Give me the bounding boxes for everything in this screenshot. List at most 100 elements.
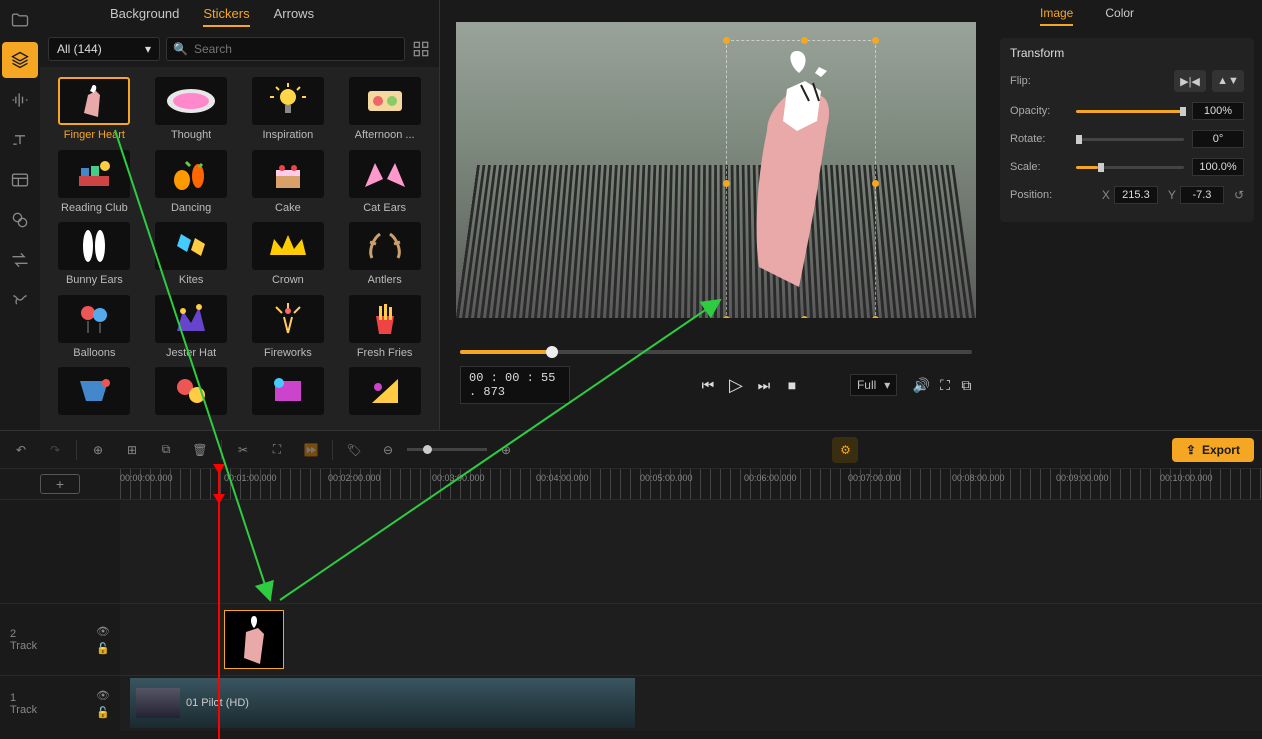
lock-icon[interactable]: 🔓 <box>96 642 110 655</box>
sticker-extra3[interactable] <box>240 367 337 420</box>
speed-icon[interactable]: ⏩ <box>298 437 324 463</box>
tag-icon[interactable]: 🏷 <box>341 437 367 463</box>
add-track-button[interactable]: + <box>40 474 80 494</box>
sticker-cake[interactable]: Cake <box>240 150 337 219</box>
export-button[interactable]: ⇪ Export <box>1172 438 1254 462</box>
delete-icon[interactable]: 🗑 <box>187 437 213 463</box>
sticker-inspiration[interactable]: Inspiration <box>240 77 337 146</box>
visibility-icon[interactable]: 👁 <box>96 689 110 702</box>
play-icon[interactable]: ▷ <box>728 377 744 393</box>
track-number: 1 <box>10 692 16 704</box>
tab-stickers[interactable]: Stickers <box>203 6 249 27</box>
sticker-label: Finger Heart <box>64 129 125 141</box>
undo-icon[interactable]: ↶ <box>8 437 34 463</box>
track-label: Track <box>10 640 37 652</box>
template-icon[interactable] <box>2 162 38 198</box>
audio-icon[interactable]: 🔊 <box>913 377 929 393</box>
search-input[interactable] <box>194 42 398 56</box>
detach-icon[interactable]: ⧉ <box>961 377 972 393</box>
flip-vertical-button[interactable]: ▲▼ <box>1212 70 1244 92</box>
dropdown-label: All (144) <box>57 42 102 56</box>
properties-panel: Image Color Transform Flip: ▶|◀ ▲▼ Opaci… <box>992 0 1262 430</box>
sticker-extra1[interactable] <box>46 367 143 420</box>
flip-horizontal-button[interactable]: ▶|◀ <box>1174 70 1206 92</box>
next-frame-icon[interactable]: ⏭ <box>756 377 772 393</box>
ruler-tick: 00:02:00.000 <box>328 473 381 483</box>
sticker-label: Bunny Ears <box>66 274 123 286</box>
video-clip[interactable]: 01 Pilot (HD) <box>130 678 635 728</box>
marker-plus-icon[interactable]: ⊞ <box>119 437 145 463</box>
text-icon[interactable] <box>2 122 38 158</box>
more-icon[interactable] <box>2 282 38 318</box>
scale-value[interactable]: 100.0% <box>1192 158 1244 176</box>
sticker-kites[interactable]: Kites <box>143 222 240 291</box>
opacity-value[interactable]: 100% <box>1192 102 1244 120</box>
sticker-bunny-ears[interactable]: Bunny Ears <box>46 222 143 291</box>
filter-icon[interactable] <box>2 202 38 238</box>
marker-copy-icon[interactable]: ⧉ <box>153 437 179 463</box>
rotate-value[interactable]: 0° <box>1192 130 1244 148</box>
tab-arrows[interactable]: Arrows <box>274 6 314 27</box>
lock-icon[interactable]: 🔓 <box>96 706 110 719</box>
snapshot-icon[interactable]: ⛶ <box>939 377 950 393</box>
zoom-slider[interactable] <box>407 448 487 451</box>
transition-icon[interactable] <box>2 242 38 278</box>
visibility-icon[interactable]: 👁 <box>96 625 110 638</box>
sticker-clip[interactable] <box>224 610 284 669</box>
tab-color[interactable]: Color <box>1105 6 1134 26</box>
ruler-tick: 00:05:00.000 <box>640 473 693 483</box>
grid-view-icon[interactable] <box>411 39 431 59</box>
sticker-overlay[interactable] <box>726 40 876 318</box>
cut-icon[interactable]: ✂ <box>230 437 256 463</box>
tab-background[interactable]: Background <box>110 6 179 27</box>
sticker-antlers[interactable]: Antlers <box>336 222 433 291</box>
zoom-out-icon[interactable]: ⊖ <box>375 437 401 463</box>
sticker-extra4[interactable] <box>336 367 433 420</box>
sticker-afternoon[interactable]: Afternoon ... <box>336 77 433 146</box>
view-mode-dropdown[interactable]: Full ▾ <box>850 374 897 396</box>
sticker-finger-heart[interactable]: Finger Heart <box>46 77 143 146</box>
tab-image[interactable]: Image <box>1040 6 1073 26</box>
sticker-fresh-fries[interactable]: Fresh Fries <box>336 295 433 364</box>
layers-icon[interactable] <box>2 42 38 78</box>
seek-slider[interactable] <box>460 350 972 354</box>
media-icon[interactable] <box>2 2 38 38</box>
timecode-display[interactable]: 00 : 00 : 55 . 873 <box>460 366 570 404</box>
sticker-crown[interactable]: Crown <box>240 222 337 291</box>
stop-icon[interactable]: ■ <box>784 377 800 393</box>
position-y-input[interactable]: -7.3 <box>1180 186 1224 204</box>
rotate-slider[interactable] <box>1076 138 1184 141</box>
marker-add-icon[interactable]: ⊕ <box>85 437 111 463</box>
scale-slider[interactable] <box>1076 166 1184 169</box>
sticker-label: Antlers <box>368 274 402 286</box>
settings-icon[interactable]: ⚙ <box>832 437 858 463</box>
position-x-input[interactable]: 215.3 <box>1114 186 1158 204</box>
opacity-slider[interactable] <box>1076 110 1184 113</box>
sticker-jester-hat[interactable]: Jester Hat <box>143 295 240 364</box>
sticker-reading-club[interactable]: Reading Club <box>46 150 143 219</box>
sticker-filter-dropdown[interactable]: All (144) ▾ <box>48 37 160 61</box>
sticker-dancing[interactable]: Dancing <box>143 150 240 219</box>
prev-frame-icon[interactable]: ⏮ <box>700 377 716 393</box>
video-preview[interactable] <box>456 22 976 318</box>
sticker-cat-ears[interactable]: Cat Ears <box>336 150 433 219</box>
sticker-thought[interactable]: Thought <box>143 77 240 146</box>
crop-icon[interactable]: ⛶ <box>264 437 290 463</box>
search-box[interactable]: 🔍 <box>166 37 405 61</box>
sticker-balloons[interactable]: Balloons <box>46 295 143 364</box>
ruler-tick: 00:01:00.000 <box>224 473 277 483</box>
audio-icon[interactable] <box>2 82 38 118</box>
sticker-fireworks[interactable]: Fireworks <box>240 295 337 364</box>
timeline-ruler[interactable]: 00:00:00.000 00:01:00.000 00:02:00.000 0… <box>120 469 1262 499</box>
ruler-tick: 00:00:00.000 <box>120 473 173 483</box>
playhead-line[interactable] <box>218 499 220 739</box>
sticker-extra2[interactable] <box>143 367 240 420</box>
playback-bar: 00 : 00 : 55 . 873 ⏮ ▷ ⏭ ■ Full ▾ 🔊 ⛶ ⧉ <box>460 350 972 404</box>
reset-icon[interactable]: ↺ <box>1234 188 1244 202</box>
redo-icon[interactable]: ↷ <box>42 437 68 463</box>
position-label: Position: <box>1010 189 1068 201</box>
view-mode-label: Full <box>857 378 876 392</box>
timeline-toolbar: ↶ ↷ ⊕ ⊞ ⧉ 🗑 ✂ ⛶ ⏩ 🏷 ⊖ ⊕ ⚙ ⇪ Export <box>0 431 1262 469</box>
zoom-in-icon[interactable]: ⊕ <box>493 437 519 463</box>
flip-label: Flip: <box>1010 75 1068 87</box>
